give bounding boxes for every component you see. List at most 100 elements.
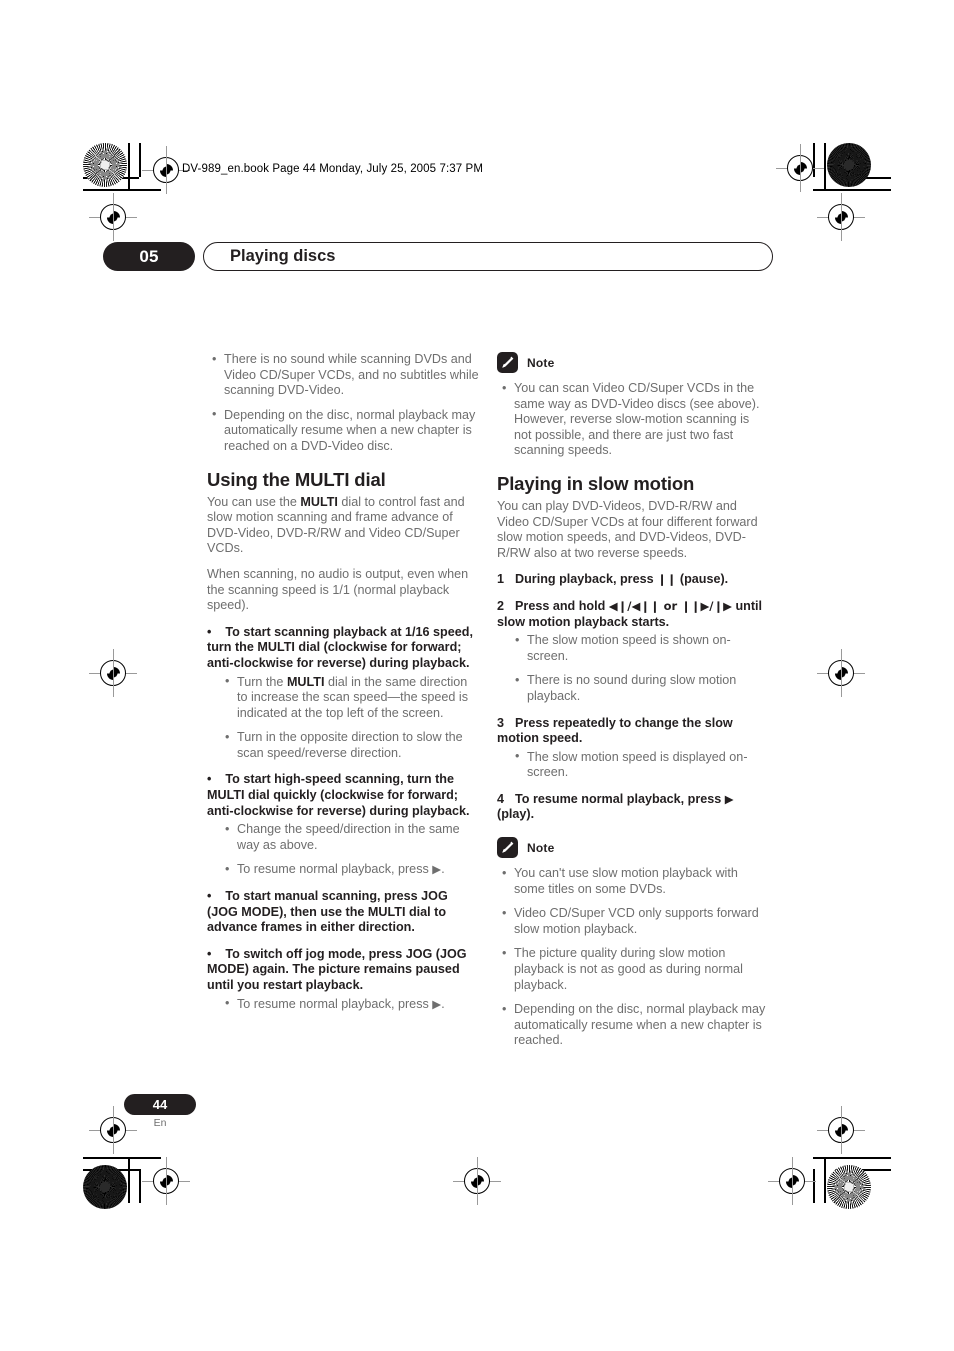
density-target-top-right [827,143,871,187]
action-text: To start scanning playback at 1/16 speed… [207,624,473,670]
step-2: 2 Press and hold ◀❙/◀❙❙ or ❙❙▶/❙▶ until s… [497,599,769,630]
density-target-bottom-left [83,1165,127,1209]
registration-mark-upper-left [89,193,137,241]
note-header: Note [497,837,769,859]
multi-dial-intro-paragraph: You can use the MULTI dial to control fa… [207,495,479,557]
page-number: 44 [124,1094,196,1115]
registration-mark-top-right [776,144,824,192]
book-file-header: DV-989_en.book Page 44 Monday, July 25, … [182,163,483,175]
crop-mark-bottom-left-v [128,1157,130,1203]
registration-mark-upper-right [817,193,865,241]
registration-mark-mid-right [817,649,865,697]
note-block-scanning: Note You can scan Video CD/Super VCDs in… [497,352,769,459]
crop-mark-bottom-right-h [813,1157,891,1159]
crop-mark-top-left-h2 [83,177,139,179]
crop-mark-bottom-left-v2 [139,1169,141,1203]
section-heading-multi-dial: Using the MULTI dial [207,468,386,490]
list-item: You can't use slow motion playback with … [497,866,769,897]
running-head: 05 Playing discs [103,242,773,271]
list-item: There is no sound while scanning DVDs an… [207,352,479,399]
pause-icon: ❙❙ [657,572,677,587]
step-text-pre: During playback, press [515,572,658,587]
step-text-pre: Press and hold [515,598,609,613]
step-1: 1 During playback, press ❙❙ (pause). [497,572,769,588]
step-text-post: (play). [497,807,535,822]
step-text-pre: Press repeatedly to change the slow moti… [497,715,733,746]
multi-keyword: MULTI [286,674,325,689]
action-4-sub-list: To resume normal playback, press ▶. [220,996,479,1013]
action-2-sub-list: Change the speed/direction in the same w… [220,822,479,878]
frame-step-icons: ◀❙/◀❙❙ or ❙❙▶/❙▶ [608,598,732,613]
action-text: To start manual scanning, press JOG (JOG… [207,889,448,935]
action-bullet-glyph: • [207,946,212,961]
play-icon: ▶. [432,996,445,1011]
crop-mark-bottom-left-h2 [83,1169,139,1171]
action-text: To start high-speed scanning, turn the M… [207,772,470,818]
registration-mark-mid-left [89,649,137,697]
action-text: To switch off jog mode, press JOG (JOG M… [207,946,467,992]
note-label: Note [527,355,555,370]
crop-mark-top-right-v2 [813,143,815,177]
list-item: The slow motion speed is shown on-screen… [510,633,769,664]
crop-mark-top-right-h2 [835,177,891,179]
density-target-top-left [83,143,127,187]
crop-mark-top-left-h [83,189,161,191]
step-number: 3 [497,715,505,730]
step-3: 3 Press repeatedly to change the slow mot… [497,716,769,747]
chapter-title: Playing discs [203,242,773,271]
crop-mark-top-left-v2 [139,143,141,177]
intro-bullet-list: There is no sound while scanning DVDs an… [207,352,479,455]
slow-motion-intro-paragraph: You can play DVD-Videos, DVD-R/RW and Vi… [497,498,758,560]
chapter-number-badge: 05 [103,242,195,271]
sub-text-pre: To resume normal playback, press [237,996,433,1011]
pencil-note-icon [497,837,518,859]
step-text-pre: To resume normal playback, press [515,791,725,806]
right-column: Note You can scan Video CD/Super VCDs in… [497,352,769,1059]
step-number: 2 [497,598,505,613]
action-bullet-glyph: • [207,889,212,904]
list-item: There is no sound during slow motion pla… [510,673,769,704]
list-item: You can scan Video CD/Super VCDs in the … [497,381,769,459]
action-1-sub-list: Turn the MULTI dial in the same directio… [220,674,479,762]
crop-mark-bottom-left-h [83,1157,161,1159]
action-bullet-glyph: • [207,772,212,787]
crop-mark-top-left-v [128,143,130,189]
sub-text-pre: To resume normal playback, press [237,862,433,877]
list-item: Depending on the disc, normal playback m… [497,1002,769,1049]
list-item: Turn in the opposite direction to slow t… [220,730,479,761]
registration-mark-lower-right [817,1106,865,1154]
list-item: Depending on the disc, normal playback m… [207,407,479,455]
registration-mark-bottom-left [142,1157,190,1205]
list-item: Turn the MULTI dial in the same directio… [220,674,479,722]
note-block-slow-motion: Note You can't use slow motion playback … [497,837,769,1049]
crop-mark-bottom-right-v2 [813,1169,815,1203]
registration-mark-top-left [142,146,190,194]
play-icon: ▶ [724,791,734,806]
note-label: Note [527,840,555,855]
note-header: Note [497,352,769,373]
step-3-sub-list: The slow motion speed is displayed on-sc… [510,749,769,781]
step-number: 1 [497,572,505,587]
list-item: To resume normal playback, press ▶. [220,996,479,1013]
action-switch-off-jog: • To switch off jog mode, press JOG (JOG … [207,947,479,994]
list-item: The slow motion speed is displayed on-sc… [510,749,769,781]
note-1-bullet-list: You can scan Video CD/Super VCDs in the … [497,381,769,459]
crop-mark-bottom-right-v [824,1157,826,1203]
sub-text-pre: Turn the [237,674,287,689]
step-number: 4 [497,791,505,806]
registration-mark-bottom-center [453,1157,501,1205]
section-heading-slow-motion: Playing in slow motion [497,472,695,494]
crop-mark-top-right-v [824,143,826,189]
action-scan-1-16: • To start scanning playback at 1/16 spee… [207,625,479,672]
action-high-speed-scan: • To start high-speed scanning, turn the … [207,772,479,819]
language-code: En [153,1117,167,1129]
density-target-bottom-right [827,1165,871,1209]
pencil-note-icon [497,352,518,373]
crop-mark-bottom-right-h2 [835,1169,891,1171]
list-item: The picture quality during slow motion p… [497,946,769,993]
step-text-post: (pause). [676,572,729,587]
list-item: To resume normal playback, press ▶. [220,862,479,878]
multi-dial-audio-paragraph: When scanning, no audio is output, even … [207,566,469,613]
note-2-bullet-list: You can't use slow motion playback with … [497,866,769,1049]
multi-keyword: MULTI [300,494,338,509]
